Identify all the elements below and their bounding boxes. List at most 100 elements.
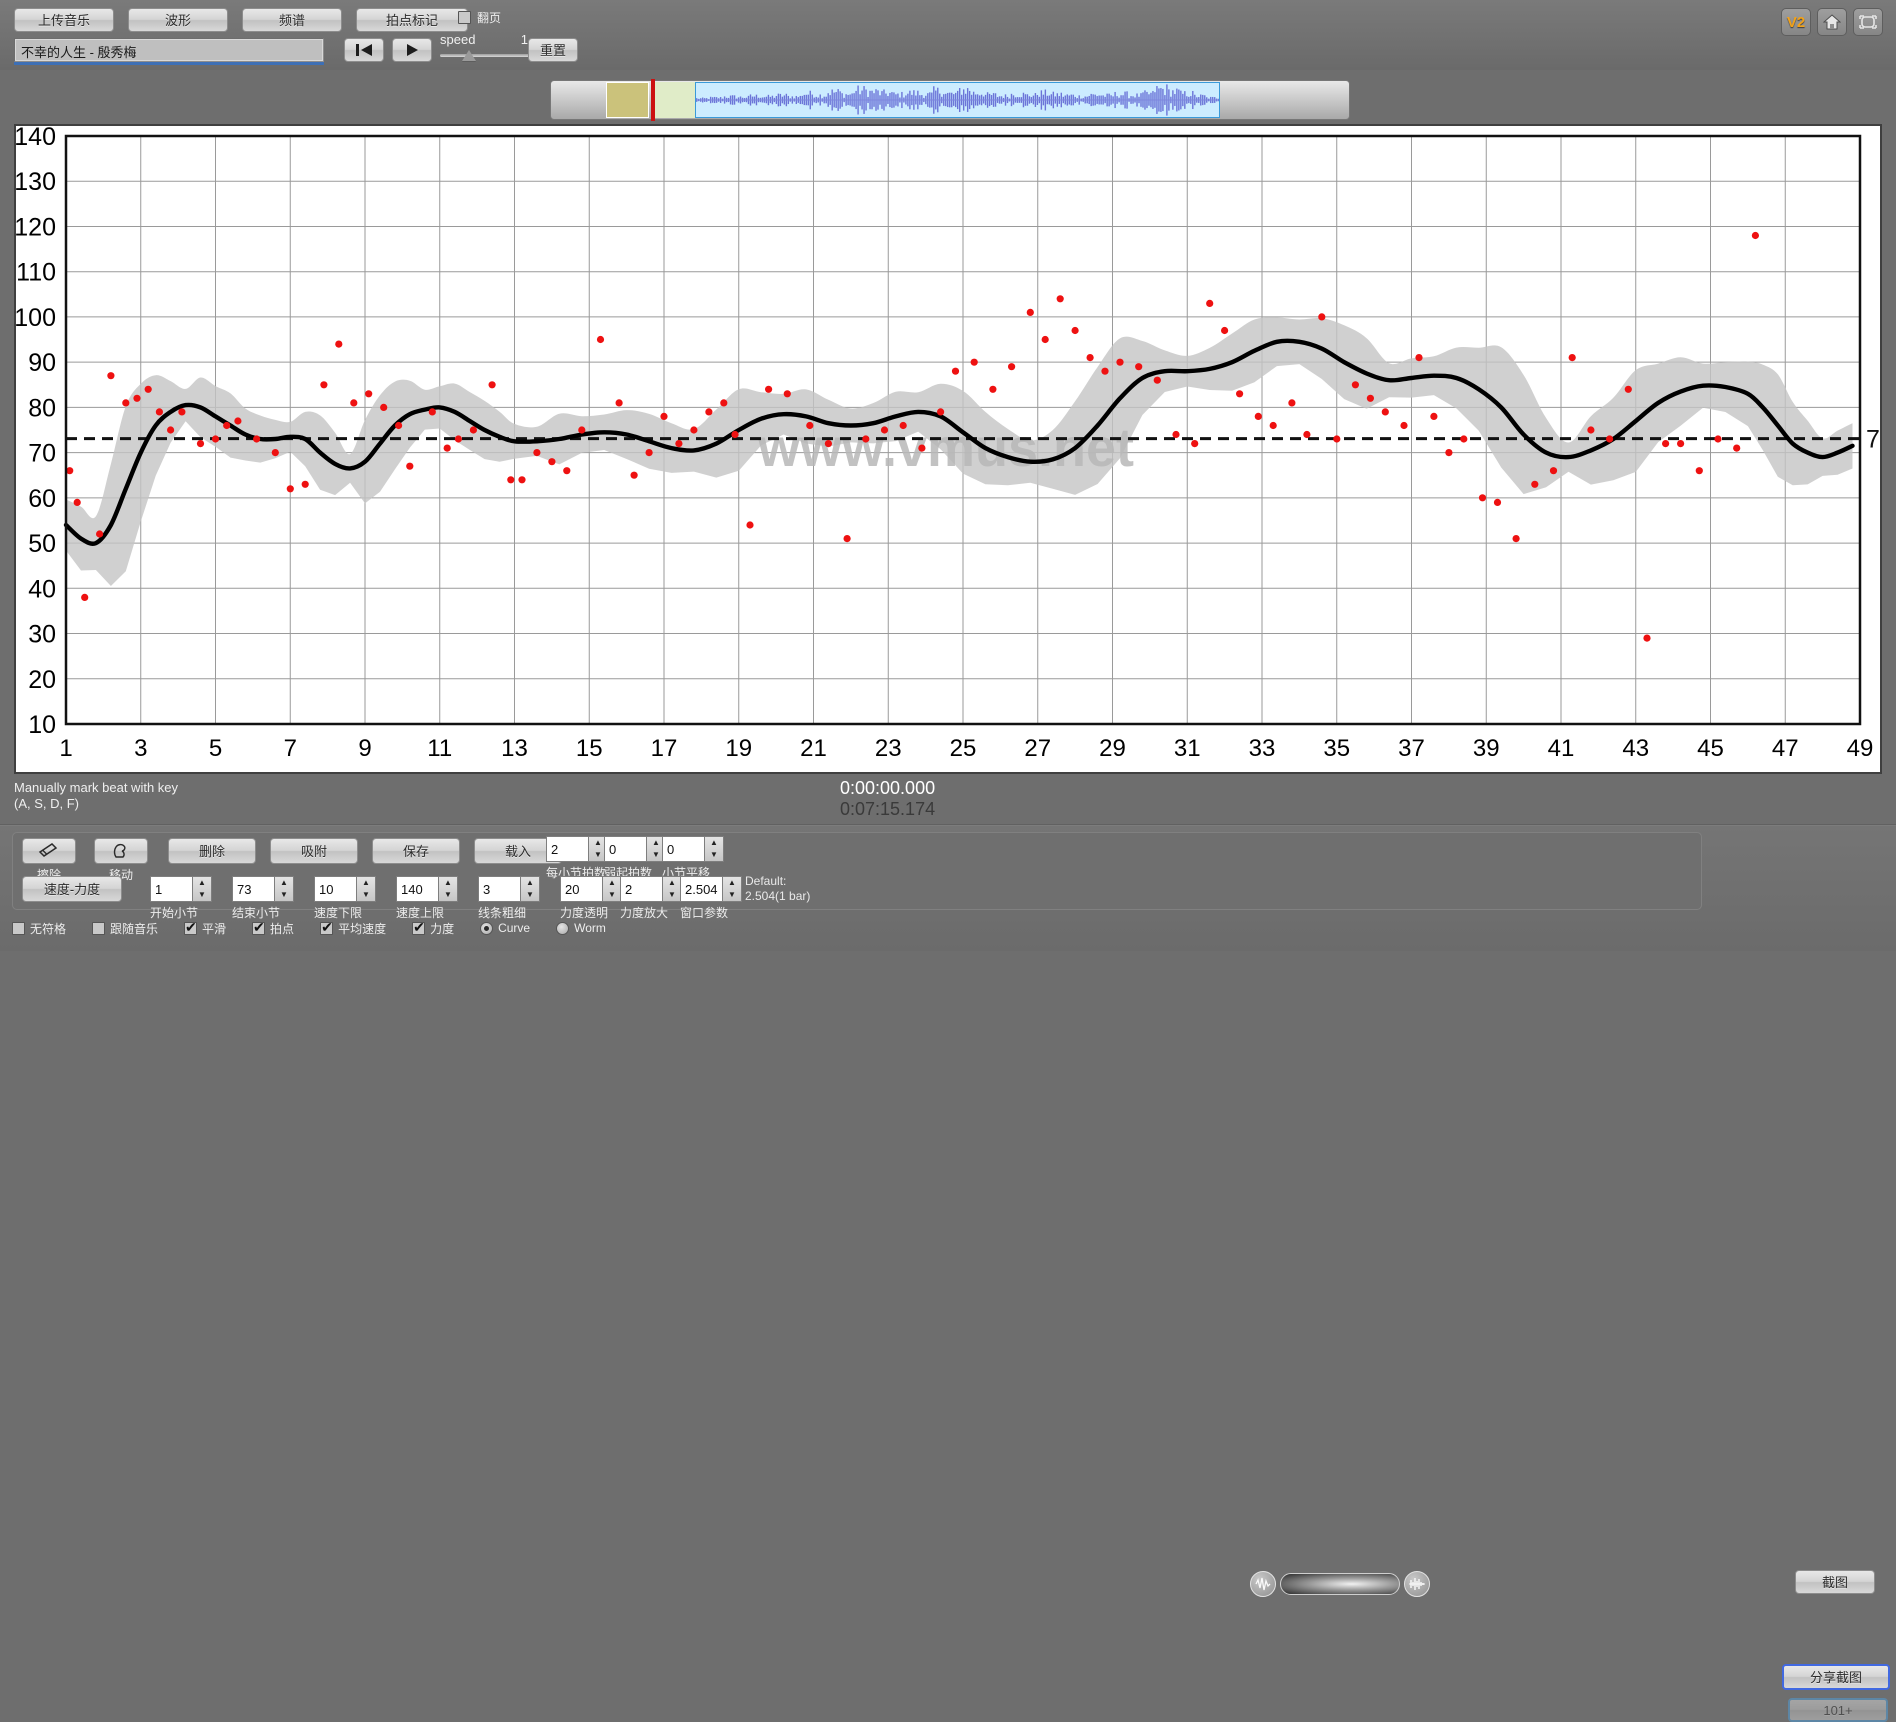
svg-text:140: 140 [16, 126, 56, 151]
svg-text:29: 29 [1099, 735, 1126, 762]
checkbox-no-grid-box[interactable] [12, 921, 25, 935]
spinner-up-icon[interactable]: ▲ [275, 877, 293, 889]
checkbox-average-tempo-box[interactable] [320, 919, 334, 935]
snapshot-button[interactable]: 截图 [1795, 1570, 1875, 1594]
home-icon[interactable] [1817, 8, 1847, 36]
play-button[interactable] [392, 38, 432, 62]
spinner-line-width-arrows[interactable]: ▲ ▼ [520, 876, 540, 902]
overview-waveform-strip[interactable] [550, 79, 1350, 121]
spinner-force-scale-input[interactable] [620, 876, 662, 902]
page-turn-checkbox[interactable]: 翻页 [458, 9, 501, 26]
svg-text:49: 49 [1847, 735, 1874, 762]
spinner-tempo-min-arrows[interactable]: ▲ ▼ [356, 876, 376, 902]
tab-waveform[interactable]: 波形 [128, 8, 228, 32]
spinner-tempo-max-input[interactable] [396, 876, 438, 902]
waveform-dense-icon[interactable] [1404, 1571, 1430, 1597]
spinner-down-icon[interactable]: ▼ [439, 889, 457, 901]
spinner-window-param-input[interactable] [680, 876, 722, 902]
extra-action-button[interactable]: 101+ [1788, 1698, 1888, 1722]
spinner-window-param-arrows[interactable]: ▲ ▼ [722, 876, 742, 902]
radio-worm[interactable]: Worm [556, 921, 606, 935]
spinner-tempo-min[interactable]: ▲▼ [314, 876, 376, 902]
overview-selection-right[interactable] [655, 82, 695, 118]
spinner-up-icon[interactable]: ▲ [439, 877, 457, 889]
overview-playhead[interactable] [651, 79, 655, 121]
svg-text:13: 13 [501, 735, 528, 762]
checkbox-beats[interactable]: 拍点 [252, 919, 294, 937]
spinner-end-bar[interactable]: ▲▼ [232, 876, 294, 902]
tab-upload-music[interactable]: 上传音乐 [14, 8, 114, 32]
fullscreen-icon[interactable] [1853, 8, 1883, 36]
spinner-up-icon[interactable]: ▲ [723, 877, 741, 889]
checkbox-follow-music[interactable]: 跟随音乐 [92, 920, 158, 937]
overview-selection-left[interactable] [606, 82, 649, 118]
speed-slider-group[interactable]: speed 1 [440, 32, 530, 66]
checkbox-average-tempo[interactable]: 平均速度 [320, 919, 386, 937]
spinner-start-bar-arrows[interactable]: ▲ ▼ [192, 876, 212, 902]
spinner-down-icon[interactable]: ▼ [723, 889, 741, 901]
spinner-up-icon[interactable]: ▲ [521, 877, 539, 889]
v2-badge-icon[interactable]: V2 [1781, 8, 1811, 36]
spinner-force-alpha-arrows[interactable]: ▲ ▼ [602, 876, 622, 902]
spinner-line-width[interactable]: ▲▼ [478, 876, 540, 902]
checkbox-beats-box[interactable] [252, 919, 266, 935]
spinner-down-icon[interactable]: ▼ [275, 889, 293, 901]
tab-spectrum-label: 频谱 [278, 12, 305, 28]
spinner-start-bar-input[interactable] [150, 876, 192, 902]
spinner-force-alpha-input[interactable] [560, 876, 602, 902]
svg-text:17: 17 [651, 735, 678, 762]
tab-beat-marking[interactable]: 拍点标记 [356, 8, 468, 32]
svg-text:130: 130 [16, 168, 56, 196]
spinner-up-icon[interactable]: ▲ [603, 877, 621, 889]
overview-active-region[interactable] [695, 82, 1220, 118]
spinner-down-icon[interactable]: ▼ [521, 889, 539, 901]
spinner-end-bar-input[interactable] [232, 876, 274, 902]
spinner-down-icon[interactable]: ▼ [663, 889, 681, 901]
spinner-window-param[interactable]: ▲▼ [680, 876, 742, 902]
radio-curve[interactable]: Curve [480, 921, 530, 935]
spinner-start-bar[interactable]: ▲▼ [150, 876, 212, 902]
spinner-tempo-max-arrows[interactable]: ▲ ▼ [438, 876, 458, 902]
spinner-line-width-input[interactable] [478, 876, 520, 902]
speed-slider-track[interactable] [440, 54, 530, 57]
svg-text:31: 31 [1174, 735, 1201, 762]
speed-slider-thumb[interactable] [462, 50, 476, 61]
svg-text:15: 15 [576, 735, 603, 762]
spinner-force-scale[interactable]: ▲▼ [620, 876, 682, 902]
spinner-force-alpha[interactable]: ▲▼ [560, 876, 622, 902]
checkbox-no-grid[interactable]: 无符格 [12, 920, 66, 937]
speed-value: 1 [520, 32, 528, 47]
waveform-small-icon[interactable] [1250, 1571, 1276, 1597]
checkbox-smooth-box[interactable] [184, 919, 198, 935]
reset-button[interactable]: 重置 [528, 38, 578, 62]
spinner-tempo-min-input[interactable] [314, 876, 356, 902]
spinner-down-icon[interactable]: ▼ [357, 889, 375, 901]
rewind-button[interactable] [344, 38, 384, 62]
checkbox-smooth-label: 平滑 [202, 921, 227, 936]
spinner-up-icon[interactable]: ▲ [193, 877, 211, 889]
spinner-end-bar-arrows[interactable]: ▲ ▼ [274, 876, 294, 902]
spinner-up-icon[interactable]: ▲ [357, 877, 375, 889]
gain-slider-group[interactable] [1250, 1570, 1430, 1598]
keyboard-hint-text: Manually mark beat with key (A, S, D, F) [14, 780, 179, 811]
svg-text:19: 19 [725, 735, 752, 762]
gain-slider-track[interactable] [1280, 1573, 1400, 1595]
checkbox-smooth[interactable]: 平滑 [184, 919, 227, 937]
checkbox-force-box[interactable] [412, 919, 426, 935]
radio-worm-dot[interactable] [556, 921, 570, 935]
tab-spectrum[interactable]: 频谱 [242, 8, 342, 32]
checkbox-follow-music-box[interactable] [92, 921, 106, 935]
checkbox-force[interactable]: 力度 [412, 919, 454, 937]
tempo-chart-panel[interactable]: www.vmus.net 10 20 30 40 50 60 70 80 90 100 110 120… [14, 124, 1882, 774]
radio-curve-dot[interactable] [480, 921, 494, 935]
spinner-force-scale-arrows[interactable]: ▲ ▼ [662, 876, 682, 902]
spinner-tempo-max[interactable]: ▲▼ [396, 876, 458, 902]
spinner-down-icon[interactable]: ▼ [193, 889, 211, 901]
song-title-field[interactable]: 不幸的人生 - 殷秀梅 [14, 38, 324, 62]
spinner-down-icon[interactable]: ▼ [603, 889, 621, 901]
checkbox-box[interactable] [458, 11, 471, 24]
tempo-chart-svg[interactable]: www.vmus.net 102030405060708090100110120… [16, 126, 1880, 772]
spinner-up-icon[interactable]: ▲ [663, 877, 681, 889]
overview-waveform-graphic [696, 84, 1219, 116]
share-snapshot-button[interactable]: 分享截图 [1782, 1664, 1890, 1690]
